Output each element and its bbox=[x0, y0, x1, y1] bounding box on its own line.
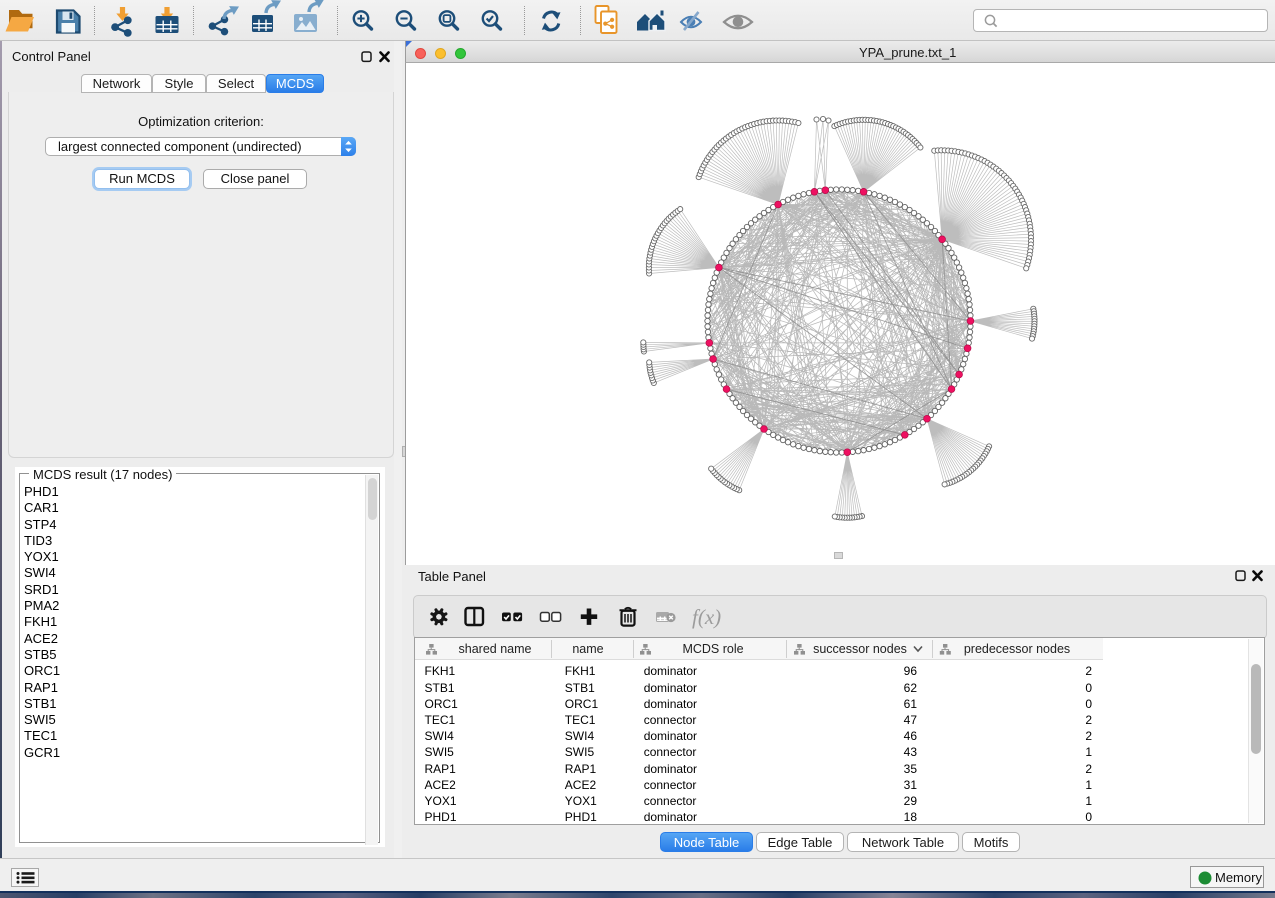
svg-text:f(x): f(x) bbox=[692, 605, 721, 629]
